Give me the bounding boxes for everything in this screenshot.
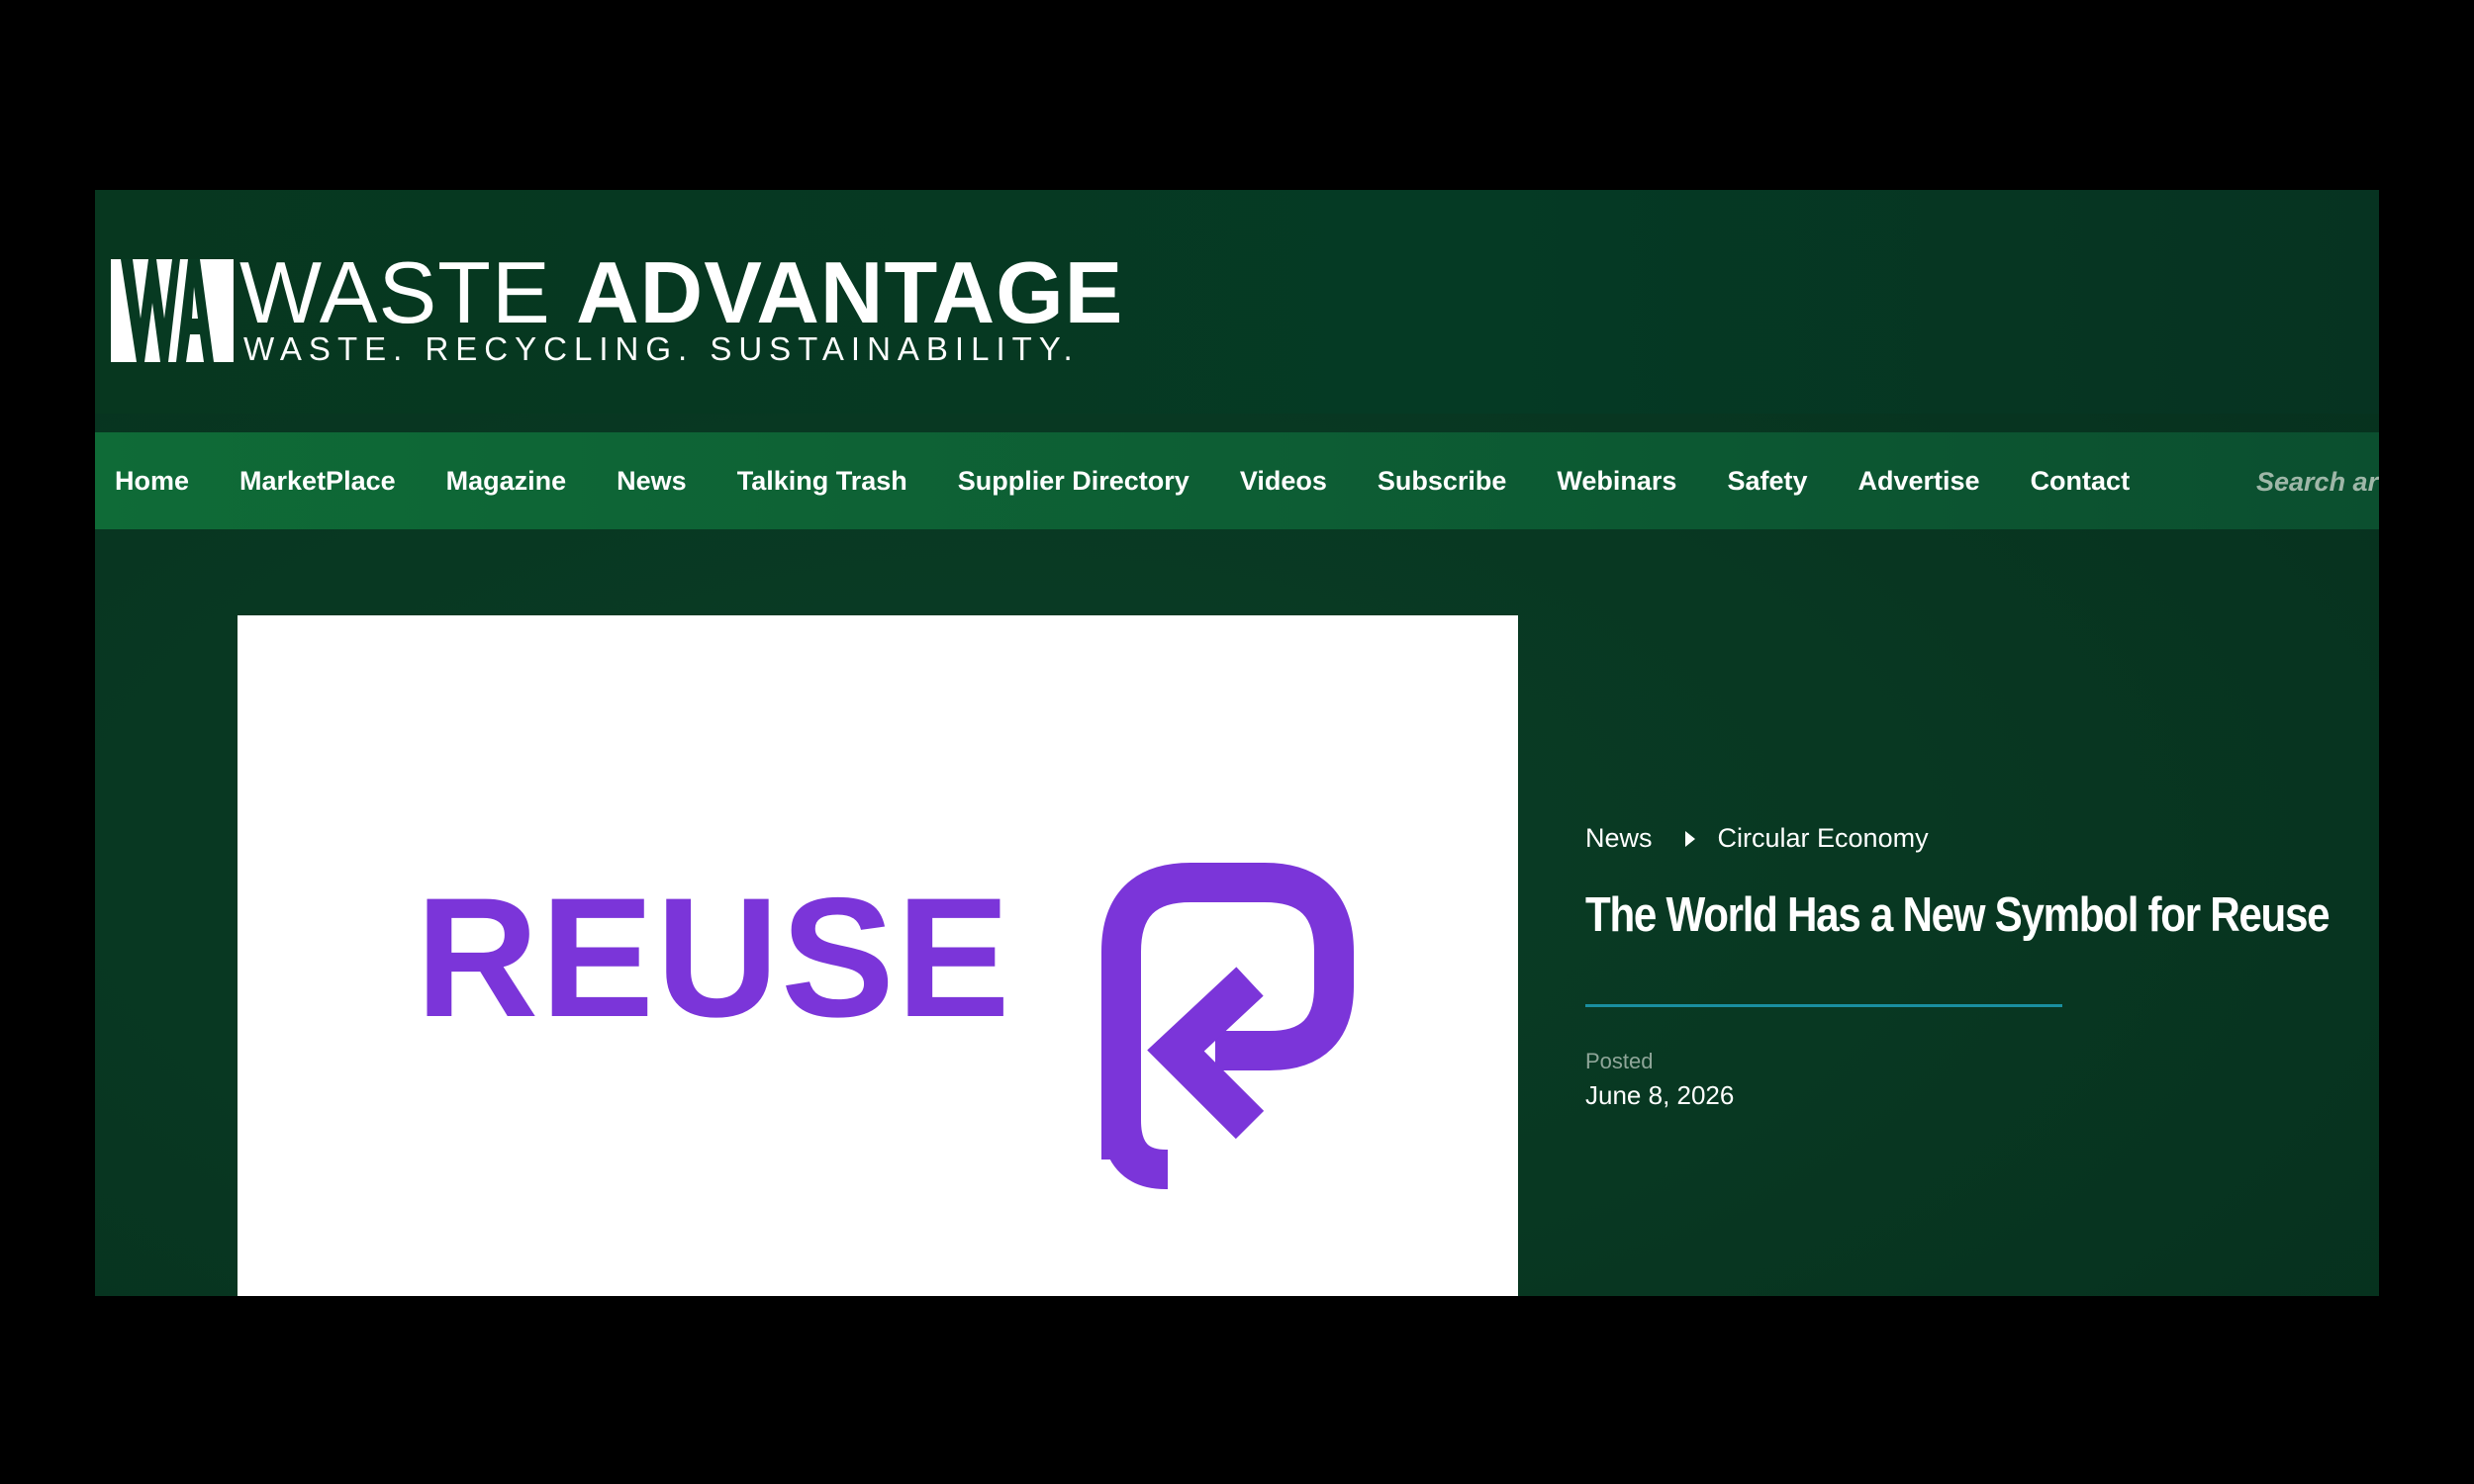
nav-item-webinars[interactable]: Webinars — [1557, 466, 1676, 497]
nav-item-safety[interactable]: Safety — [1727, 466, 1807, 497]
title-divider — [1585, 1004, 2062, 1007]
reuse-symbol-icon — [1101, 863, 1354, 1189]
nav-item-marketplace[interactable]: MarketPlace — [239, 466, 396, 497]
site-logo[interactable]: WASTE ADVANTAGE WASTE. RECYCLING. SUSTAI… — [111, 249, 1122, 376]
logo-title-thin: WASTE — [239, 243, 551, 341]
nav-item-news[interactable]: News — [617, 466, 687, 497]
reuse-wordmark: REUSE — [416, 863, 1012, 1053]
posted-label: Posted — [1585, 1049, 1654, 1073]
logo-tagline: WASTE. RECYCLING. SUSTAINABILITY. — [243, 330, 1080, 367]
nav-item-advertise[interactable]: Advertise — [1858, 466, 1980, 497]
main-nav: Home MarketPlace Magazine News Talking T… — [95, 432, 2379, 529]
nav-item-magazine[interactable]: Magazine — [446, 466, 567, 497]
nav-item-subscribe[interactable]: Subscribe — [1378, 466, 1507, 497]
logo-title: WASTE ADVANTAGE — [239, 249, 1123, 336]
breadcrumb-item-circular-economy[interactable]: Circular Economy — [1718, 823, 1929, 854]
breadcrumb: News Circular Economy — [1585, 823, 1929, 854]
logo-title-bold: ADVANTAGE — [576, 243, 1124, 341]
caret-right-icon — [1684, 830, 1695, 847]
search-input[interactable] — [2256, 462, 2379, 502]
wa-logo-mark-icon — [111, 259, 234, 362]
nav-item-contact[interactable]: Contact — [2031, 466, 2131, 497]
site-header: WASTE ADVANTAGE WASTE. RECYCLING. SUSTAI… — [95, 190, 2379, 414]
breadcrumb-item-news[interactable]: News — [1585, 823, 1653, 854]
nav-item-home[interactable]: Home — [115, 466, 189, 497]
posted-date: June 8, 2026 — [1585, 1080, 1735, 1110]
featured-image: REUSE — [238, 615, 1518, 1296]
nav-item-videos[interactable]: Videos — [1240, 466, 1327, 497]
nav-item-supplier-directory[interactable]: Supplier Directory — [958, 466, 1189, 497]
browser-viewport: WASTE ADVANTAGE WASTE. RECYCLING. SUSTAI… — [95, 190, 2379, 1296]
article-title: The World Has a New Symbol for Reuse — [1585, 888, 2331, 942]
nav-item-talking-trash[interactable]: Talking Trash — [737, 466, 907, 497]
nav-items: Home MarketPlace Magazine News Talking T… — [115, 432, 2180, 529]
